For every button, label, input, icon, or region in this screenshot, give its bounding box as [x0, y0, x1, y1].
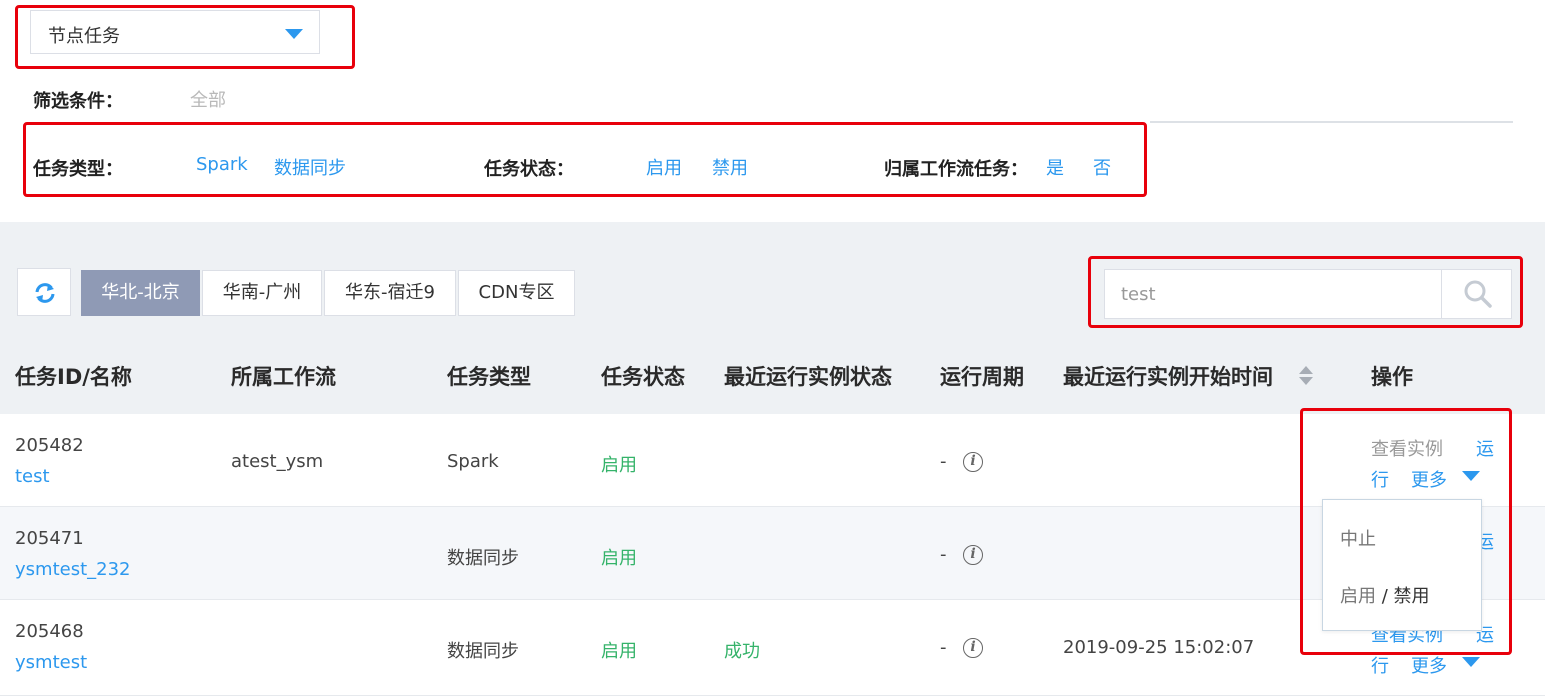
info-icon[interactable]: i [963, 452, 983, 472]
filter-option-yes[interactable]: 是 [1046, 154, 1064, 180]
workflow-name: atest_ysm [231, 451, 324, 472]
run-cycle: - [940, 637, 947, 658]
menu-item-enable-disable[interactable]: 启用 / 禁用 [1340, 582, 1430, 608]
task-id: 205482 [15, 435, 84, 456]
col-header-last-status: 最近运行实例状态 [724, 365, 892, 389]
region-tab-cdn[interactable]: CDN专区 [458, 270, 575, 316]
table-row [0, 600, 1545, 696]
run-cycle: - [940, 451, 947, 472]
region-tab-guangzhou[interactable]: 华南-广州 [202, 270, 322, 316]
filter-option-spark[interactable]: Spark [196, 154, 248, 175]
filter-option-data-sync[interactable]: 数据同步 [274, 154, 346, 180]
table-row [0, 507, 1545, 600]
col-header-status: 任务状态 [601, 365, 685, 389]
search-icon [1464, 280, 1492, 308]
task-type-label: 任务类型： [33, 159, 123, 180]
chevron-down-icon[interactable] [1462, 471, 1480, 481]
task-name-link[interactable]: ysmtest [15, 652, 87, 673]
run-link-wrap[interactable]: 行 [1371, 466, 1389, 492]
info-icon[interactable]: i [963, 638, 983, 658]
task-type: 数据同步 [447, 641, 519, 662]
more-link[interactable]: 更多 [1411, 652, 1447, 678]
last-run-start-time: 2019-09-25 15:02:07 [1063, 637, 1255, 658]
run-link-wrap[interactable]: 行 [1371, 652, 1389, 678]
col-header-actions: 操作 [1371, 365, 1413, 389]
task-status: 启用 [601, 641, 637, 662]
region-tab-suqian[interactable]: 华东-宿迁9 [324, 270, 456, 316]
chevron-down-icon [285, 29, 303, 39]
col-header-workflow: 所属工作流 [231, 365, 336, 389]
info-icon[interactable]: i [963, 545, 983, 565]
run-link[interactable]: 运 [1476, 435, 1494, 461]
more-dropdown-menu: 中止 启用 / 禁用 [1322, 499, 1482, 631]
refresh-icon [35, 283, 55, 303]
task-status-label: 任务状态： [484, 159, 574, 180]
menu-item-stop[interactable]: 中止 [1340, 525, 1376, 551]
task-status: 启用 [601, 455, 637, 476]
col-header-id-name: 任务ID/名称 [15, 365, 132, 389]
col-header-start-time: 最近运行实例开始时间 [1063, 365, 1273, 389]
more-link[interactable]: 更多 [1411, 466, 1447, 492]
view-instances-link[interactable]: 查看实例 [1371, 435, 1443, 461]
menu-item-disable[interactable]: 禁用 [1394, 586, 1430, 607]
filter-divider [1150, 121, 1513, 123]
conditions-label: 筛选条件： [33, 91, 123, 112]
search-button[interactable] [1441, 270, 1512, 318]
filter-option-no[interactable]: 否 [1093, 154, 1111, 180]
task-type: Spark [447, 451, 499, 472]
conditions-value: 全部 [190, 90, 226, 111]
last-run-status: 成功 [724, 641, 760, 662]
filter-option-enabled[interactable]: 启用 [646, 154, 682, 180]
task-status: 启用 [601, 548, 637, 569]
task-type-select[interactable]: 节点任务 [30, 10, 320, 54]
task-id: 205471 [15, 528, 84, 549]
search-box [1104, 269, 1512, 319]
workflow-label: 归属工作流任务： [884, 159, 1028, 180]
task-name-link[interactable]: test [15, 466, 50, 487]
menu-separator: / [1381, 586, 1388, 607]
col-header-cycle: 运行周期 [940, 365, 1024, 389]
chevron-down-icon[interactable] [1462, 657, 1480, 667]
menu-item-enable[interactable]: 启用 [1340, 586, 1376, 607]
col-header-type: 任务类型 [447, 365, 531, 389]
task-select-value: 节点任务 [48, 26, 120, 47]
search-input[interactable] [1105, 270, 1441, 318]
sort-icon[interactable] [1299, 366, 1313, 385]
task-type: 数据同步 [447, 548, 519, 569]
task-name-link[interactable]: ysmtest_232 [15, 559, 131, 580]
run-cycle: - [940, 544, 947, 565]
task-id: 205468 [15, 621, 84, 642]
refresh-button[interactable] [17, 268, 71, 316]
region-tab-beijing[interactable]: 华北-北京 [81, 270, 200, 316]
section-gap [0, 222, 1545, 254]
filter-option-disabled[interactable]: 禁用 [712, 154, 748, 180]
